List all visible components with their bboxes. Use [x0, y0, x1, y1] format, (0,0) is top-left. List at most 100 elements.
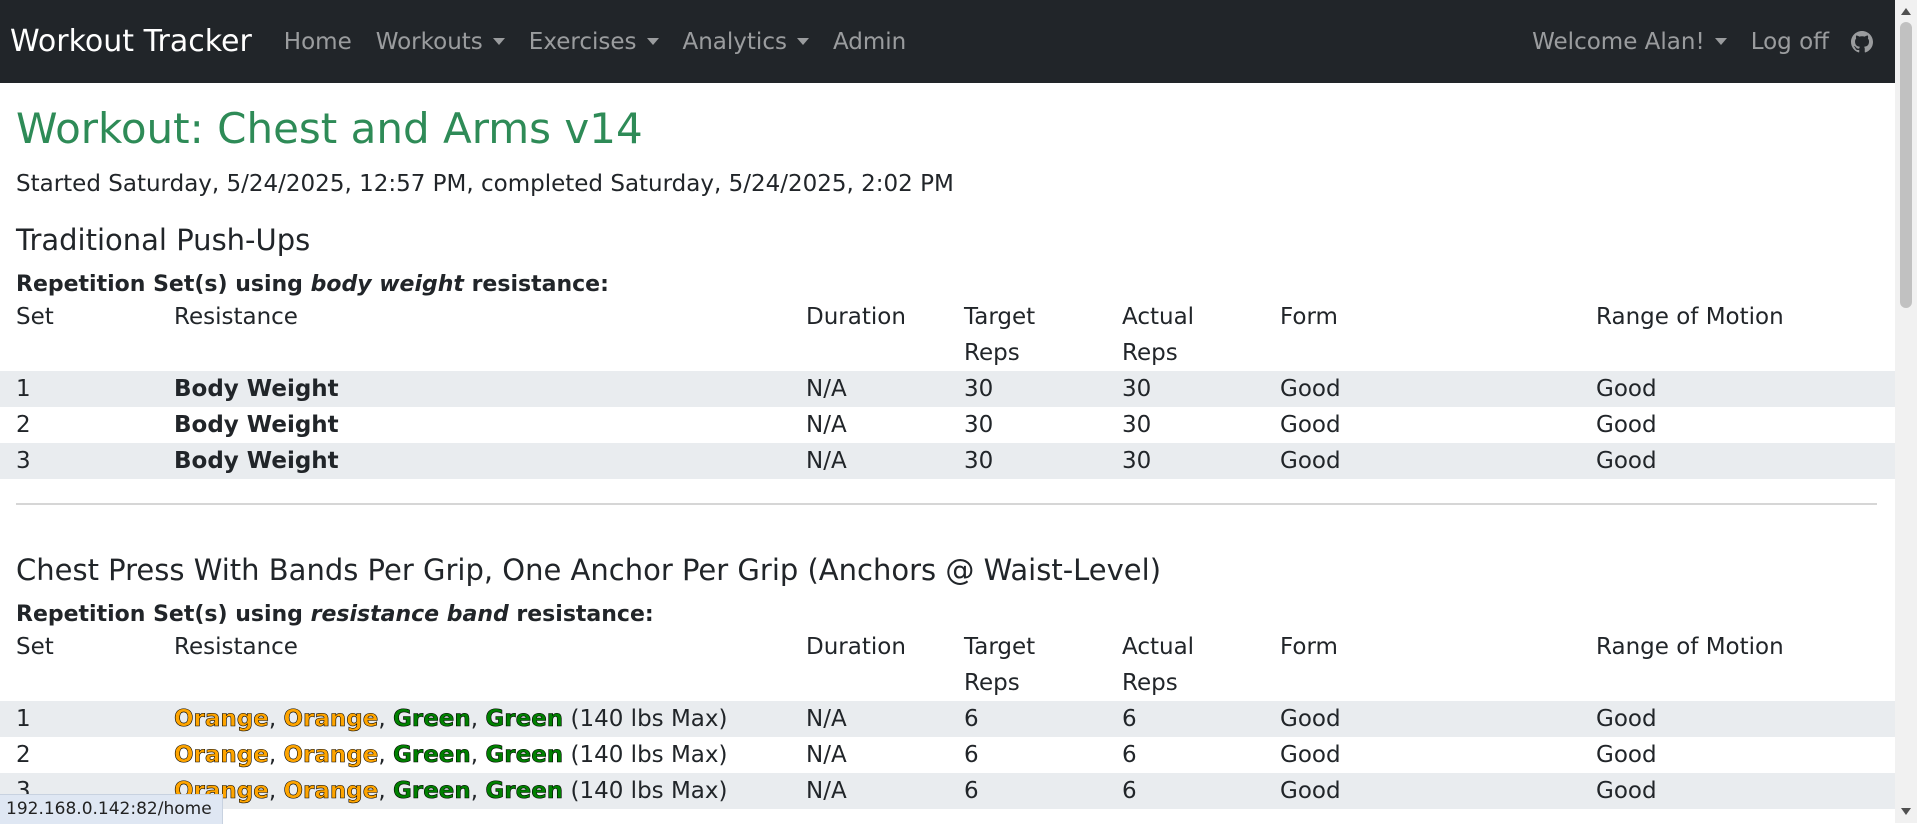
col-set: Set: [16, 634, 54, 660]
set-type-prefix: Repetition Set(s) using: [16, 272, 311, 297]
set-type-label: Repetition Set(s) using body weight resi…: [16, 271, 1895, 299]
col-actual-line2: Reps: [1122, 670, 1178, 696]
exercise-title: Chest Press With Bands Per Grip, One Anc…: [16, 553, 1162, 587]
nav-workouts-dropdown[interactable]: Workouts: [364, 29, 517, 55]
nav-home[interactable]: Home: [272, 29, 364, 55]
cell-duration: N/A: [806, 448, 847, 474]
set-type-kind: resistance band: [310, 602, 509, 627]
table-row: 3 Body Weight N/A 30 30 Good Good: [0, 443, 1895, 479]
col-form: Form: [1280, 304, 1338, 330]
table-row: 1 Orange, Orange, Green, Green (140 lbs …: [0, 701, 1895, 737]
set-type-suffix: resistance:: [463, 272, 609, 297]
band-orange: Orange: [283, 742, 379, 769]
sets-table: Set Resistance Duration Target Reps Actua…: [0, 299, 1895, 479]
band-max: (140 lbs Max): [570, 706, 728, 732]
cell-duration: N/A: [806, 778, 847, 804]
col-form: Form: [1280, 634, 1338, 660]
cell-form: Good: [1280, 706, 1341, 732]
cell-duration: N/A: [806, 412, 847, 438]
cell-set: 2: [16, 412, 31, 438]
cell-form: Good: [1280, 448, 1341, 474]
band-orange: Orange: [174, 742, 269, 769]
vertical-scrollbar[interactable]: [1895, 0, 1917, 823]
table-header-row: Set Resistance Duration Target Reps Actua…: [0, 629, 1895, 701]
cell-form: Good: [1280, 778, 1341, 804]
col-target-reps: Target Reps: [948, 299, 1106, 371]
cell-range-of-motion: Good: [1596, 376, 1657, 402]
cell-range-of-motion: Good: [1596, 778, 1657, 804]
col-duration: Duration: [806, 304, 906, 330]
band-green: Green: [485, 706, 564, 733]
sets-table: Set Resistance Duration Target Reps Actua…: [0, 629, 1895, 809]
cell-actual-reps: 30: [1122, 376, 1152, 402]
main-content: Workout: Chest and Arms v14 Started Satu…: [0, 83, 1895, 809]
col-target-line2: Reps: [964, 670, 1020, 696]
nav-analytics-label: Analytics: [682, 28, 787, 55]
band-green: Green: [392, 742, 471, 769]
col-target-reps: Target Reps: [948, 629, 1106, 701]
band-green: Green: [485, 742, 564, 769]
cell-range-of-motion: Good: [1596, 742, 1657, 768]
cell-target-reps: 30: [964, 448, 994, 474]
col-actual-line2: Reps: [1122, 340, 1178, 366]
chevron-down-icon: [1714, 38, 1727, 45]
col-actual-line1: Actual: [1122, 304, 1195, 330]
col-actual-line1: Actual: [1122, 634, 1195, 660]
cell-set: 1: [16, 706, 31, 732]
col-target-line1: Target: [964, 634, 1036, 660]
cell-target-reps: 30: [964, 376, 994, 402]
band-orange: Orange: [283, 706, 379, 733]
user-menu-dropdown[interactable]: Welcome Alan!: [1520, 29, 1739, 55]
cell-form: Good: [1280, 376, 1341, 402]
top-navbar: Workout Tracker Home Workouts Exercises …: [0, 0, 1895, 83]
brand-link[interactable]: Workout Tracker: [10, 24, 252, 59]
cell-duration: N/A: [806, 742, 847, 768]
band-green: Green: [485, 778, 564, 805]
col-resistance: Resistance: [174, 304, 298, 330]
user-welcome-label: Welcome Alan!: [1532, 28, 1705, 55]
table-header-row: Set Resistance Duration Target Reps Actua…: [0, 299, 1895, 371]
cell-resistance: Orange, Orange, Green, Green (140 lbs Ma…: [174, 778, 728, 805]
cell-actual-reps: 6: [1122, 706, 1137, 732]
col-resistance: Resistance: [174, 634, 298, 660]
col-range-of-motion: Range of Motion: [1596, 634, 1784, 660]
nav-home-label: Home: [283, 28, 352, 55]
cell-actual-reps: 30: [1122, 412, 1152, 438]
cell-set: 1: [16, 376, 31, 402]
col-range-of-motion: Range of Motion: [1596, 304, 1784, 330]
cell-resistance: Body Weight: [174, 376, 339, 402]
table-row: 3 Orange, Orange, Green, Green (140 lbs …: [0, 773, 1895, 809]
scrollbar-thumb[interactable]: [1900, 22, 1912, 308]
cell-resistance: Body Weight: [174, 412, 339, 438]
scroll-down-arrow-icon[interactable]: [1901, 808, 1911, 815]
nav-admin-label: Admin: [832, 28, 907, 55]
table-row: 1 Body Weight N/A 30 30 Good Good: [0, 371, 1895, 407]
workout-timestamps: Started Saturday, 5/24/2025, 12:57 PM, c…: [16, 171, 954, 197]
col-target-line2: Reps: [964, 340, 1020, 366]
nav-exercises-dropdown[interactable]: Exercises: [517, 29, 671, 55]
cell-resistance: Orange, Orange, Green, Green (140 lbs Ma…: [174, 742, 728, 769]
nav-right-group: Welcome Alan! Log off: [1520, 29, 1883, 55]
chevron-down-icon: [646, 38, 659, 45]
chevron-down-icon: [492, 38, 505, 45]
scroll-up-arrow-icon[interactable]: [1901, 8, 1911, 15]
cell-range-of-motion: Good: [1596, 448, 1657, 474]
cell-actual-reps: 30: [1122, 448, 1152, 474]
logoff-link[interactable]: Log off: [1739, 29, 1841, 55]
cell-range-of-motion: Good: [1596, 412, 1657, 438]
cell-target-reps: 6: [964, 778, 979, 804]
nav-admin[interactable]: Admin: [821, 29, 918, 55]
cell-target-reps: 30: [964, 412, 994, 438]
exercise-title: Traditional Push-Ups: [16, 223, 311, 257]
cell-set: 3: [16, 448, 31, 474]
col-target-line1: Target: [964, 304, 1036, 330]
band-max: (140 lbs Max): [570, 778, 728, 804]
nav-workouts-label: Workouts: [375, 28, 483, 55]
github-link[interactable]: [1841, 30, 1883, 53]
set-type-label: Repetition Set(s) using resistance band …: [16, 601, 1895, 629]
github-icon: [1851, 30, 1873, 52]
col-actual-reps: Actual Reps: [1106, 629, 1264, 701]
nav-analytics-dropdown[interactable]: Analytics: [671, 29, 821, 55]
cell-target-reps: 6: [964, 706, 979, 732]
cell-duration: N/A: [806, 376, 847, 402]
